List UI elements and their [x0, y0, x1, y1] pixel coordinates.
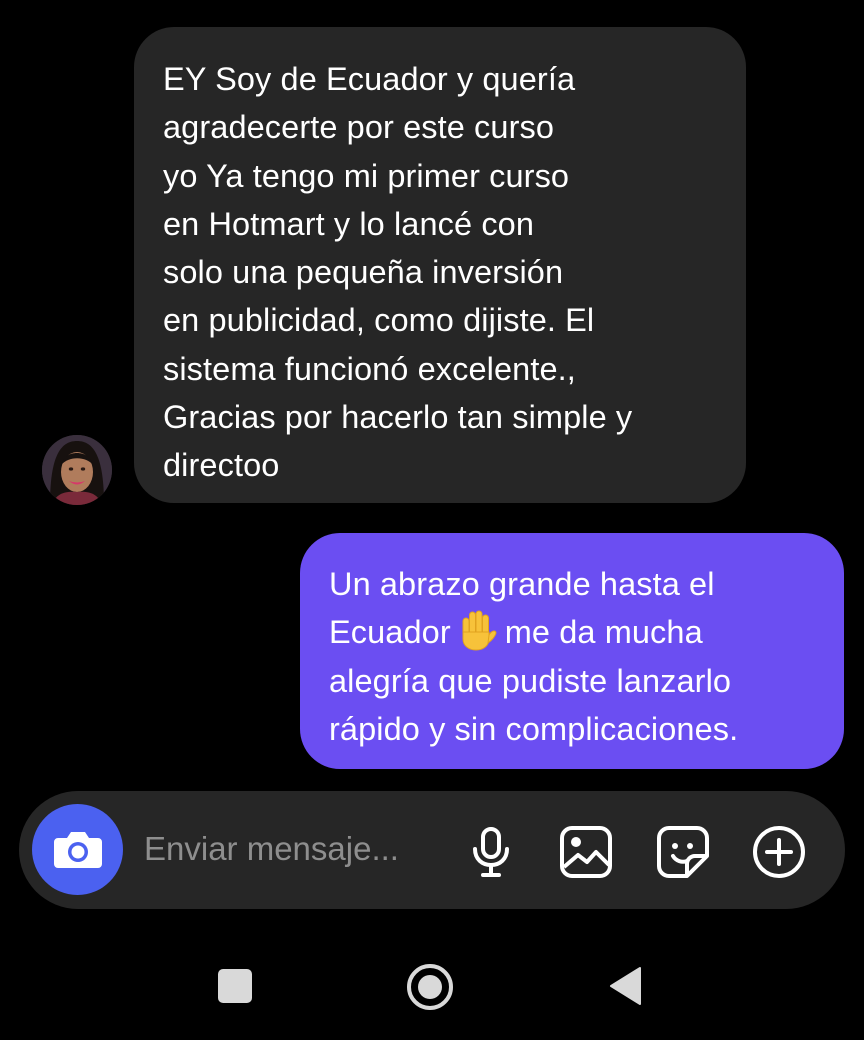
microphone-icon: [473, 827, 509, 877]
raised-hand-emoji: [455, 608, 499, 652]
message-line: agradecerte por este curso: [163, 109, 555, 146]
message-line: rápido y sin complicaciones.: [329, 710, 739, 747]
message-line: EY Soy de Ecuador y quería: [163, 61, 576, 97]
home-button[interactable]: [405, 962, 455, 1017]
recents-icon: [218, 969, 252, 1003]
message-line: solo una pequeña inversión: [163, 254, 564, 291]
message-text: me da mucha: [504, 614, 703, 651]
message-line: alegría que pudiste lanzarlo: [329, 662, 732, 699]
message-input[interactable]: Enviar mensaje...: [144, 829, 399, 869]
outgoing-message-bubble[interactable]: Un abrazo grande hasta el Ecuador me da …: [300, 533, 844, 769]
incoming-message-bubble[interactable]: EY Soy de Ecuador y quería agradecerte p…: [134, 27, 746, 503]
sticker-icon: [657, 826, 709, 878]
microphone-button[interactable]: [464, 825, 518, 879]
back-icon: [610, 967, 641, 1005]
recents-button[interactable]: [217, 968, 253, 1009]
camera-button[interactable]: [32, 804, 123, 895]
sender-avatar[interactable]: [42, 435, 112, 505]
image-icon: [560, 826, 612, 878]
message-line: en Hotmart y lo lancé con: [163, 205, 535, 242]
message-line: Gracias por hacerlo tan simple y: [163, 399, 633, 436]
home-icon: [407, 964, 453, 1010]
message-line: Un abrazo grande hasta el: [329, 566, 715, 602]
message-line: sistema funcionó excelente.,: [163, 350, 576, 387]
sticker-button[interactable]: [656, 825, 710, 879]
camera-icon: [54, 832, 102, 868]
back-button[interactable]: [608, 966, 642, 1011]
message-composer: Enviar mensaje...: [19, 791, 845, 909]
plus-circle-icon: [753, 826, 805, 878]
message-line: directoo: [163, 447, 280, 484]
message-line: en publicidad, como dijiste. El: [163, 302, 595, 339]
message-text: Ecuador: [329, 614, 451, 651]
message-line: yo Ya tengo mi primer curso: [163, 157, 570, 194]
more-options-button[interactable]: [752, 825, 806, 879]
message-line: Ecuador me da mucha: [329, 608, 834, 656]
gallery-button[interactable]: [559, 825, 613, 879]
